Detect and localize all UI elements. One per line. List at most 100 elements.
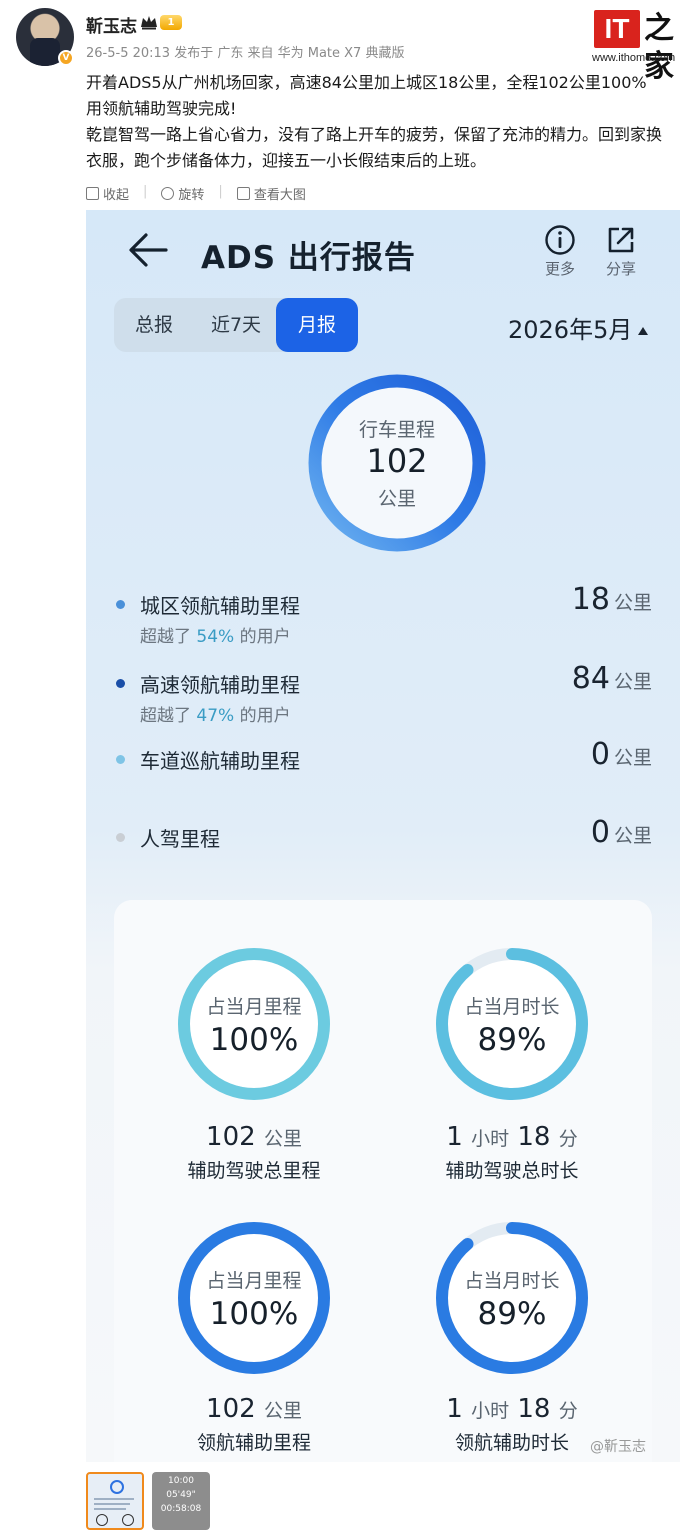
collapse-button[interactable]: 收起 (86, 184, 129, 203)
metric-nav-duration: 1 小时 18 分 领航辅助时长 (402, 1394, 622, 1455)
rank-prefix: 超越了 (140, 627, 197, 647)
rank-suffix: 的用户 (234, 706, 291, 726)
ring-label: 占当月里程 (206, 996, 302, 1018)
stat-unit: 公里 (613, 825, 652, 847)
metric-number: 1 (446, 1122, 463, 1152)
weibo-watermark: @靳玉志 (590, 1439, 646, 1455)
legend-dot (116, 600, 125, 609)
metric-label: 领航辅助里程 (196, 1432, 311, 1454)
divider: | (218, 184, 223, 199)
more-label: 更多 (544, 260, 575, 278)
metric-number: 102 (206, 1122, 256, 1152)
metric-number: 102 (206, 1394, 256, 1424)
ads-report-screenshot[interactable]: ADS 出行报告 更多 分享 总报 近7天 月报 2026年5月 行车里程 10… (86, 210, 680, 1462)
metric-amount: 1 小时 18 分 (402, 1122, 622, 1152)
mileage-value: 102 (366, 442, 428, 480)
share-icon (608, 227, 634, 253)
thumbnail-line (94, 1498, 134, 1500)
metric-amount: 102 公里 (144, 1122, 364, 1152)
ring-value: 100% (209, 1022, 299, 1058)
stat-label: 车道巡航辅助里程 (140, 749, 300, 773)
view-large-label: 查看大图 (253, 188, 306, 203)
thumbnail-circle-icon (96, 1514, 108, 1526)
caret-up-icon (638, 327, 649, 335)
thumbnail-1[interactable] (86, 1472, 144, 1530)
stat-unit: 公里 (613, 671, 652, 693)
tab-monthly[interactable]: 月报 (276, 298, 358, 352)
legend-dot (116, 755, 125, 764)
more-button[interactable]: 更多 (535, 224, 585, 279)
zoom-icon (236, 187, 250, 200)
metric-assist-duration: 1 小时 18 分 辅助驾驶总时长 (402, 1122, 622, 1183)
mileage-label: 行车里程 (358, 419, 435, 441)
metric-unit: 分 (558, 1400, 578, 1422)
ring-label: 占当月里程 (206, 1270, 302, 1292)
metric-amount: 102 公里 (144, 1394, 364, 1424)
thumbnail-circle-icon (122, 1514, 134, 1526)
ithome-logo-it: IT (594, 10, 640, 48)
stat-unit: 公里 (613, 592, 652, 614)
post-meta: 26-5-5 20:13 发布于 广东 来自 华为 Mate X7 典藏版 (86, 46, 405, 61)
metric-label: 辅助驾驶总里程 (187, 1160, 321, 1182)
post-text-line: 乾崑智驾一路上省心省力，没有了路上开车的疲劳，保留了充沛的精力。回到家换 (86, 125, 663, 144)
month-selector[interactable]: 2026年5月 (508, 310, 649, 345)
stat-value: 0 公里 (591, 815, 652, 850)
share-button[interactable]: 分享 (596, 224, 646, 279)
view-large-button[interactable]: 查看大图 (236, 184, 306, 203)
stat-number: 18 (571, 582, 610, 617)
thumbnail-line (94, 1503, 130, 1505)
metric-unit: 公里 (263, 1400, 302, 1422)
stat-unit: 公里 (613, 747, 652, 769)
ring-assist-duration: 占当月时长 89% (432, 944, 592, 1104)
rank-prefix: 超越了 (140, 706, 197, 726)
level-badge: 1 (160, 15, 182, 30)
post-text-line: 开着ADS5从广州机场回家，高速84公里加上城区18公里，全程102公里100% (86, 73, 647, 92)
verified-badge-icon: V (58, 50, 74, 66)
legend-dot (116, 679, 125, 688)
month-label: 2026年5月 (508, 316, 633, 344)
post-text-line: 用领航辅助驾驶完成! (86, 99, 237, 118)
ithome-logo: IT 之家 (594, 10, 690, 84)
share-label: 分享 (605, 260, 636, 278)
rank-suffix: 的用户 (234, 627, 291, 647)
weibo-post: V 靳玉志 1 26-5-5 20:13 发布于 广东 来自 华为 Mate X… (0, 0, 698, 1538)
stat-number: 0 (590, 737, 610, 772)
stat-number: 0 (590, 815, 610, 850)
stat-rank: 超越了 47% 的用户 (140, 701, 291, 726)
metric-unit: 分 (558, 1128, 578, 1150)
thumbnail-line (94, 1508, 126, 1510)
rotate-label: 旋转 (178, 188, 205, 203)
ring-label: 占当月时长 (464, 1270, 560, 1292)
metric-unit: 小时 (471, 1400, 510, 1422)
period-tabs: 总报 近7天 月报 (114, 298, 358, 352)
metric-unit: 小时 (471, 1128, 510, 1150)
post-text: 开着ADS5从广州机场回家，高速84公里加上城区18公里，全程102公里100%… (86, 70, 686, 174)
tab-total[interactable]: 总报 (114, 298, 194, 352)
metric-nav-mileage: 102 公里 领航辅助里程 (144, 1394, 364, 1455)
ring-value: 89% (477, 1296, 547, 1332)
info-icon (545, 225, 575, 255)
ithome-url: www.ithome.com (592, 52, 676, 64)
back-arrow-icon[interactable] (126, 230, 172, 270)
thumbnail-text: 10:00 (168, 1476, 194, 1486)
stat-value: 0 公里 (591, 737, 652, 772)
metric-label: 辅助驾驶总时长 (445, 1160, 579, 1182)
metric-number: 1 (446, 1394, 463, 1424)
metric-assist-mileage: 102 公里 辅助驾驶总里程 (144, 1122, 364, 1183)
metric-amount: 1 小时 18 分 (402, 1394, 622, 1424)
ring-value: 100% (209, 1296, 299, 1332)
rotate-icon (161, 187, 175, 200)
report-title: ADS 出行报告 (201, 240, 416, 276)
legend-dot (116, 833, 125, 842)
rank-percent: 54% (196, 627, 235, 647)
username[interactable]: 靳玉志 (86, 12, 137, 37)
tab-7days[interactable]: 近7天 (194, 298, 278, 352)
collapse-label: 收起 (103, 188, 130, 203)
ring-value: 89% (477, 1022, 547, 1058)
thumbnail-2[interactable]: 10:00 05'49" 00:58:08 (152, 1472, 210, 1530)
thumbnail-text: 05'49" (166, 1490, 196, 1500)
ring-label: 占当月时长 (464, 996, 560, 1018)
ring-nav-mileage: 占当月里程 100% (174, 1218, 334, 1378)
report-header: ADS 出行报告 更多 分享 (86, 210, 680, 290)
rotate-button[interactable]: 旋转 (161, 184, 204, 203)
